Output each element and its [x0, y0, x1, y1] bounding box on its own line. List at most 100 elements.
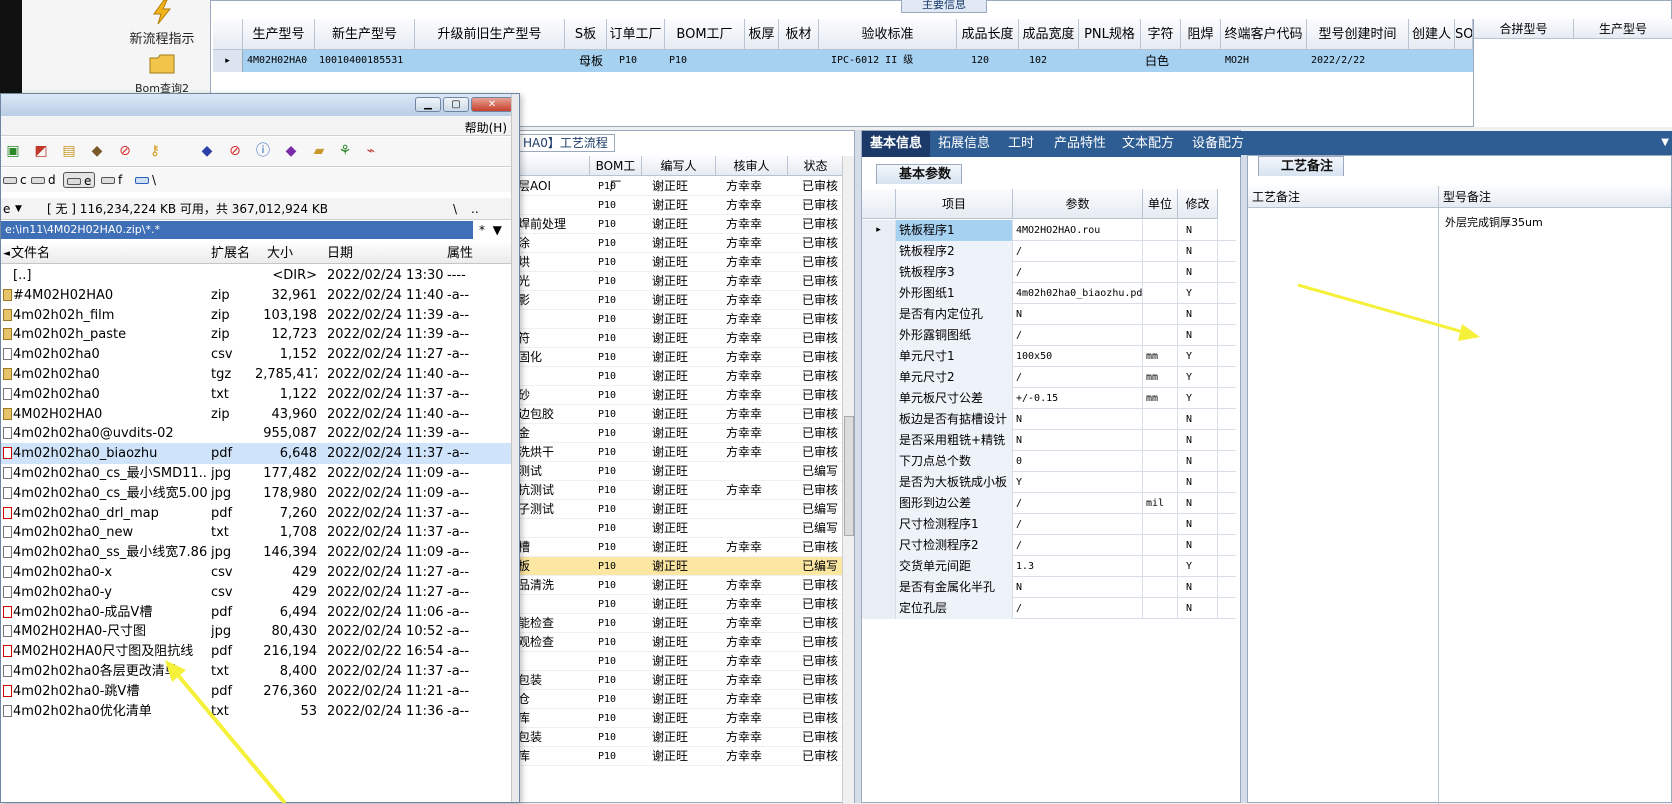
file-row[interactable]: [..] <DIR> 2022/02/24 13:30 ---- — [1, 265, 513, 286]
param-mod[interactable]: N — [1178, 304, 1218, 325]
process-row[interactable]: 板 P10 谢正旺 已编写 — [516, 557, 844, 576]
param-row[interactable]: 定位孔层 / N — [862, 598, 1236, 619]
chevron-down-icon[interactable]: ▼ — [15, 198, 22, 220]
file-row[interactable]: 4M02H02HA0 zip 43,960 2022/02/24 11:40 -a-- — [1, 404, 513, 425]
process-row[interactable]: 洗烘干 P10 谢正旺 方幸幸 已审核 — [516, 443, 844, 462]
minimize-button[interactable]: ▁ — [415, 97, 441, 112]
process-row[interactable]: 固化 P10 谢正旺 方幸幸 已审核 — [516, 348, 844, 367]
row-indicator[interactable] — [862, 598, 896, 619]
tab-work-hours[interactable]: 工时 — [1000, 131, 1042, 157]
file-row[interactable]: 4m02h02ha0-成品V槽 pdf 6,494 2022/02/24 11:06-… — [1, 602, 513, 623]
row-indicator[interactable] — [862, 283, 896, 304]
param-mod[interactable]: N — [1178, 577, 1218, 598]
param-unit[interactable] — [1143, 430, 1178, 451]
param-unit[interactable]: mil — [1143, 493, 1178, 514]
process-row[interactable]: 焊前处理 P10 谢正旺 方幸幸 已审核 — [516, 215, 844, 234]
param-mod[interactable]: N — [1178, 262, 1218, 283]
cell-creator[interactable] — [1409, 50, 1473, 72]
param-mod[interactable]: N — [1178, 493, 1218, 514]
window-divider[interactable] — [511, 94, 519, 802]
process-row[interactable]: P10 谢正旺 方幸幸 已审核 — [516, 652, 844, 671]
row-indicator[interactable] — [862, 304, 896, 325]
file-row[interactable]: 4m02h02ha0_biaozhu pdf 6,648 2022/02/24 11:… — [1, 443, 513, 465]
process-scrollbar[interactable] — [842, 156, 854, 804]
column-header[interactable]: S板 — [565, 19, 607, 50]
filter-dropdown[interactable]: * ▼ — [479, 221, 502, 239]
process-row[interactable]: 品清洗 P10 谢正旺 方幸幸 已审核 — [516, 576, 844, 595]
params-value-header[interactable]: 参数 — [1013, 189, 1143, 219]
param-row[interactable]: 交货单元间距 1.3 Y — [862, 556, 1236, 577]
param-unit[interactable] — [1143, 556, 1178, 577]
row-indicator[interactable] — [862, 325, 896, 346]
drive-e[interactable]: e — [63, 172, 96, 188]
column-header[interactable]: 验收标准 — [819, 19, 957, 50]
process-row[interactable]: 金 P10 谢正旺 方幸幸 已审核 — [516, 424, 844, 443]
maximize-button[interactable]: ▢ — [443, 97, 469, 112]
tab-extended-info[interactable]: 拓展信息 — [930, 131, 998, 157]
param-row[interactable]: 外形露铜图纸 / N — [862, 325, 1236, 346]
param-value[interactable]: 4MO2HO2HAO.rou — [1013, 220, 1143, 241]
model-note-text[interactable]: 外层完成铜厚35um — [1445, 214, 1543, 230]
process-row[interactable]: 烘 P10 谢正旺 方幸幸 已审核 — [516, 253, 844, 272]
column-header[interactable]: 终端客户代码 — [1221, 19, 1307, 50]
row-indicator[interactable] — [862, 430, 896, 451]
file-row[interactable]: 4m02h02ha0_cs_最小线宽5.00... jpg 178,980 2022/… — [1, 483, 513, 504]
process-bom-factory-header[interactable]: BOM工厂 — [590, 156, 642, 193]
process-row[interactable]: 观检查 P10 谢正旺 方幸幸 已审核 — [516, 633, 844, 652]
combine-production-model-header[interactable]: 生产型号 — [1574, 19, 1672, 39]
tab-text-recipe[interactable]: 文本配方 — [1114, 131, 1182, 157]
row-indicator[interactable] — [862, 409, 896, 430]
process-row[interactable]: 能检查 P10 谢正旺 方幸幸 已审核 — [516, 614, 844, 633]
process-row[interactable]: 包装 P10 谢正旺 方幸幸 已审核 — [516, 728, 844, 747]
process-row[interactable]: P10 谢正旺 方幸幸 已审核 — [516, 367, 844, 386]
file-row[interactable]: 4m02h02ha0-x csv 429 2022/02/24 11:27 -a-- — [1, 562, 513, 583]
file-row[interactable]: 4m02h02ha0 tgz 2,785,417 2022/02/24 11:40 -a… — [1, 364, 513, 385]
process-status-header[interactable]: 状态 — [788, 156, 844, 176]
param-value[interactable]: N — [1013, 577, 1143, 598]
param-value[interactable]: N — [1013, 409, 1143, 430]
process-row[interactable]: P10 谢正旺 方幸幸 已审核 — [516, 310, 844, 329]
row-indicator[interactable] — [862, 472, 896, 493]
process-flow-tab[interactable]: HA0】工艺流程 — [516, 134, 615, 152]
param-row[interactable]: 单元板尺寸公差 +/-0.15 mm Y — [862, 388, 1236, 409]
process-row[interactable]: 砂 P10 谢正旺 方幸幸 已审核 — [516, 386, 844, 405]
process-row[interactable]: 库 P10 谢正旺 方幸幸 已审核 — [516, 747, 844, 766]
drive-select[interactable]: e — [3, 198, 10, 220]
pack-icon[interactable]: ◆ — [89, 143, 105, 159]
process-row[interactable]: 涂 P10 谢正旺 方幸幸 已审核 — [516, 234, 844, 253]
column-header[interactable]: 订单工厂 — [607, 19, 665, 50]
file-row[interactable]: #4M02H02HA0 zip 32,961 2022/02/24 11:40 -a-- — [1, 285, 513, 306]
cell-created[interactable]: 2022/2/22 — [1307, 50, 1409, 72]
cell-thickness[interactable] — [745, 50, 819, 72]
process-row[interactable]: P10 谢正旺 方幸幸 已审核 — [516, 595, 844, 614]
file-row[interactable]: 4m02h02ha0_cs_最小SMD11... jpg 177,482 2022/0… — [1, 463, 513, 484]
cell-pnl[interactable] — [1079, 50, 1141, 72]
process-row[interactable]: P10 谢正旺 已编写 — [516, 519, 844, 538]
param-unit[interactable] — [1143, 325, 1178, 346]
param-unit[interactable] — [1143, 262, 1178, 283]
param-row[interactable]: 图形到边公差 / mil N — [862, 493, 1236, 514]
row-indicator[interactable] — [862, 388, 896, 409]
diamond-icon[interactable]: ◆ — [199, 143, 215, 159]
extension-header[interactable]: 扩展名 — [211, 244, 250, 264]
param-value[interactable]: / — [1013, 367, 1143, 388]
row-indicator[interactable] — [862, 556, 896, 577]
process-scrollbar-thumb[interactable] — [844, 416, 854, 536]
param-row[interactable]: 铣板程序2/ N — [862, 241, 1236, 262]
param-unit[interactable] — [1143, 472, 1178, 493]
subtab-basic-params[interactable]: 基本参数 — [876, 164, 963, 184]
param-unit[interactable] — [1143, 283, 1178, 304]
param-unit[interactable]: mm — [1143, 388, 1178, 409]
tab-product-features[interactable]: 产品特性 — [1046, 131, 1114, 157]
process-row[interactable]: 测试 P10 谢正旺 已编写 — [516, 462, 844, 481]
cell-old-model[interactable] — [415, 50, 565, 72]
new-process-wizard-button[interactable]: 新流程指示 — [107, 0, 217, 47]
param-mod[interactable]: N — [1178, 451, 1218, 472]
param-row[interactable]: 单元尺寸1 100x50 mm Y — [862, 346, 1236, 367]
cell-customer-code[interactable]: MO2H — [1221, 50, 1307, 72]
cell-silkscreen[interactable]: 白色 — [1141, 50, 1181, 72]
param-row[interactable]: 板边是否有掂槽设计 N N — [862, 409, 1236, 430]
param-unit[interactable] — [1143, 535, 1178, 556]
param-row[interactable]: 外形图纸1 4m02h02ha0_biaozhu.pdf Y — [862, 283, 1236, 304]
root-dir-button[interactable]: \ — [453, 198, 457, 220]
